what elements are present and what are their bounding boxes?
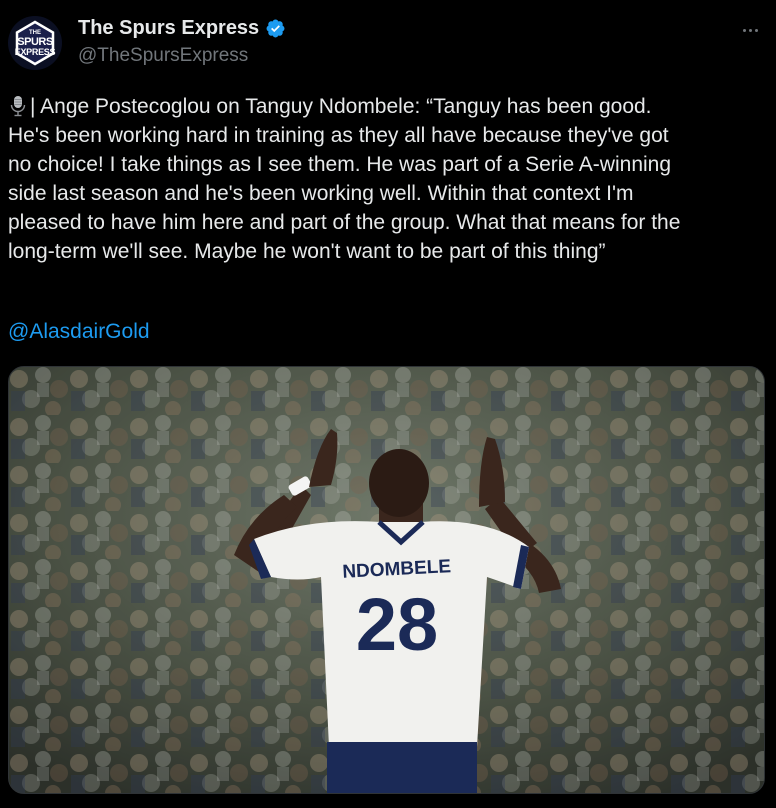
tweet-line: He's been working hard in training as th…: [8, 124, 669, 147]
tweet-line: side last season and he's been working w…: [8, 182, 634, 205]
microphone-icon: [10, 96, 26, 117]
tweet-line: | Ange Postecoglou on Tanguy Ndombele: “…: [8, 92, 768, 121]
player-photo: NDOMBELE 28: [9, 367, 764, 793]
verified-badge-icon: [266, 19, 285, 38]
tweet-text: | Ange Postecoglou on Tanguy Ndombele: “…: [8, 92, 768, 266]
tweet-line: pleased to have him here and part of the…: [8, 211, 681, 234]
handle[interactable]: @TheSpursExpress: [78, 45, 248, 67]
display-name[interactable]: The Spurs Express: [78, 17, 286, 40]
jersey-number: 28: [356, 583, 438, 666]
avatar[interactable]: THE SPURS EXPRESS: [8, 16, 62, 70]
more-options-icon[interactable]: [738, 18, 762, 42]
tweet-line: no choice! I take things as I see them. …: [8, 153, 672, 176]
avatar-logo-text: THE SPURS EXPRESS: [14, 29, 56, 57]
tweet-photo[interactable]: NDOMBELE 28: [8, 366, 765, 794]
display-name-text: The Spurs Express: [78, 17, 260, 39]
tweet[interactable]: THE SPURS EXPRESS The Spurs Express @The…: [0, 0, 776, 808]
mention-link[interactable]: @AlasdairGold: [8, 320, 150, 344]
tweet-line: long-term we'll see. Maybe he won't want…: [8, 240, 606, 263]
